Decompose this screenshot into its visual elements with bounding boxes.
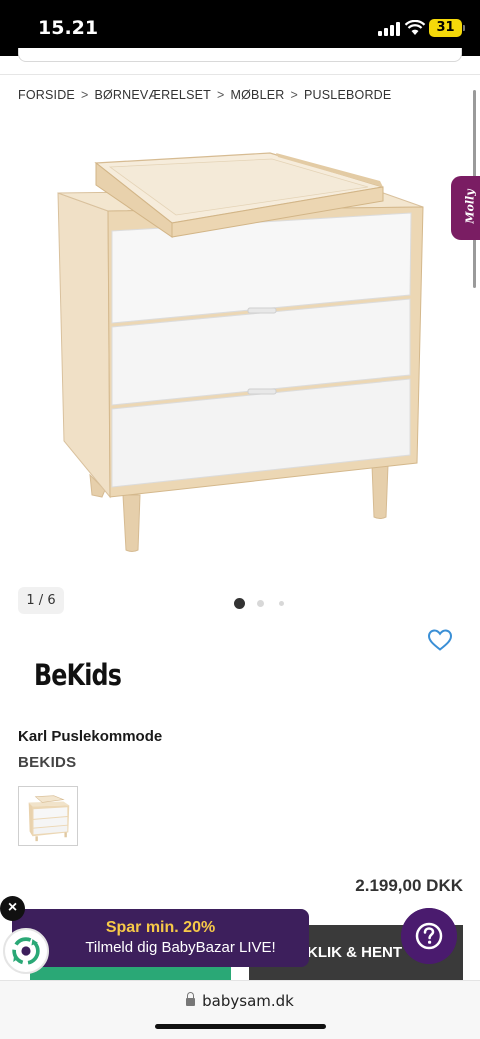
header-divider xyxy=(0,74,480,75)
promo-title: Spar min. 20% xyxy=(105,919,216,936)
wifi-icon xyxy=(404,20,426,35)
product-title: Karl Puslekommode xyxy=(18,728,163,745)
breadcrumb-pusleborde[interactable]: PUSLEBORDE xyxy=(304,88,391,102)
url-display[interactable]: babysam.dk xyxy=(0,992,480,1010)
breadcrumb-separator: > xyxy=(217,88,225,102)
image-counter: 1 / 6 xyxy=(18,587,64,614)
recycle-icon xyxy=(3,928,49,974)
molly-tab-label: Molly xyxy=(463,189,477,224)
battery-nub xyxy=(463,25,465,31)
wishlist-heart-icon[interactable] xyxy=(427,628,453,652)
gallery-dot-active[interactable] xyxy=(234,598,245,609)
search-bar[interactable] xyxy=(18,48,462,62)
breadcrumb-bornevaerelset[interactable]: BØRNEVÆRELSET xyxy=(94,88,211,102)
product-price: 2.199,00 DKK xyxy=(355,876,463,895)
cellular-signal-icon xyxy=(378,22,400,36)
promo-subtitle: Tilmeld dig BabyBazar LIVE! xyxy=(85,939,276,956)
lock-icon xyxy=(186,992,196,1006)
breadcrumb-separator: > xyxy=(80,88,89,102)
home-indicator[interactable] xyxy=(155,1024,326,1029)
gallery-dot[interactable] xyxy=(257,600,264,607)
breadcrumb: FORSIDE > BØRNEVÆRELSET > MØBLER > PUSLEBORDE xyxy=(18,88,391,102)
status-time: 15.21 xyxy=(38,17,99,39)
product-image[interactable] xyxy=(50,145,430,555)
help-question-icon[interactable] xyxy=(401,908,457,964)
product-variant-thumbnail[interactable] xyxy=(18,786,78,846)
url-text: babysam.dk xyxy=(202,992,294,1010)
battery-indicator: 31 xyxy=(429,19,462,37)
breadcrumb-separator: > xyxy=(290,88,298,102)
gallery-dot[interactable] xyxy=(279,601,284,606)
promo-close-button[interactable]: × xyxy=(0,896,25,921)
molly-side-tab[interactable]: Molly xyxy=(451,176,480,240)
brand-logo[interactable]: BeKids xyxy=(34,658,122,692)
breadcrumb-forside[interactable]: FORSIDE xyxy=(18,88,75,102)
promo-banner[interactable]: Spar min. 20% Tilmeld dig BabyBazar LIVE… xyxy=(12,909,309,967)
product-brand[interactable]: BEKIDS xyxy=(18,754,76,771)
breadcrumb-mobler[interactable]: MØBLER xyxy=(231,88,285,102)
